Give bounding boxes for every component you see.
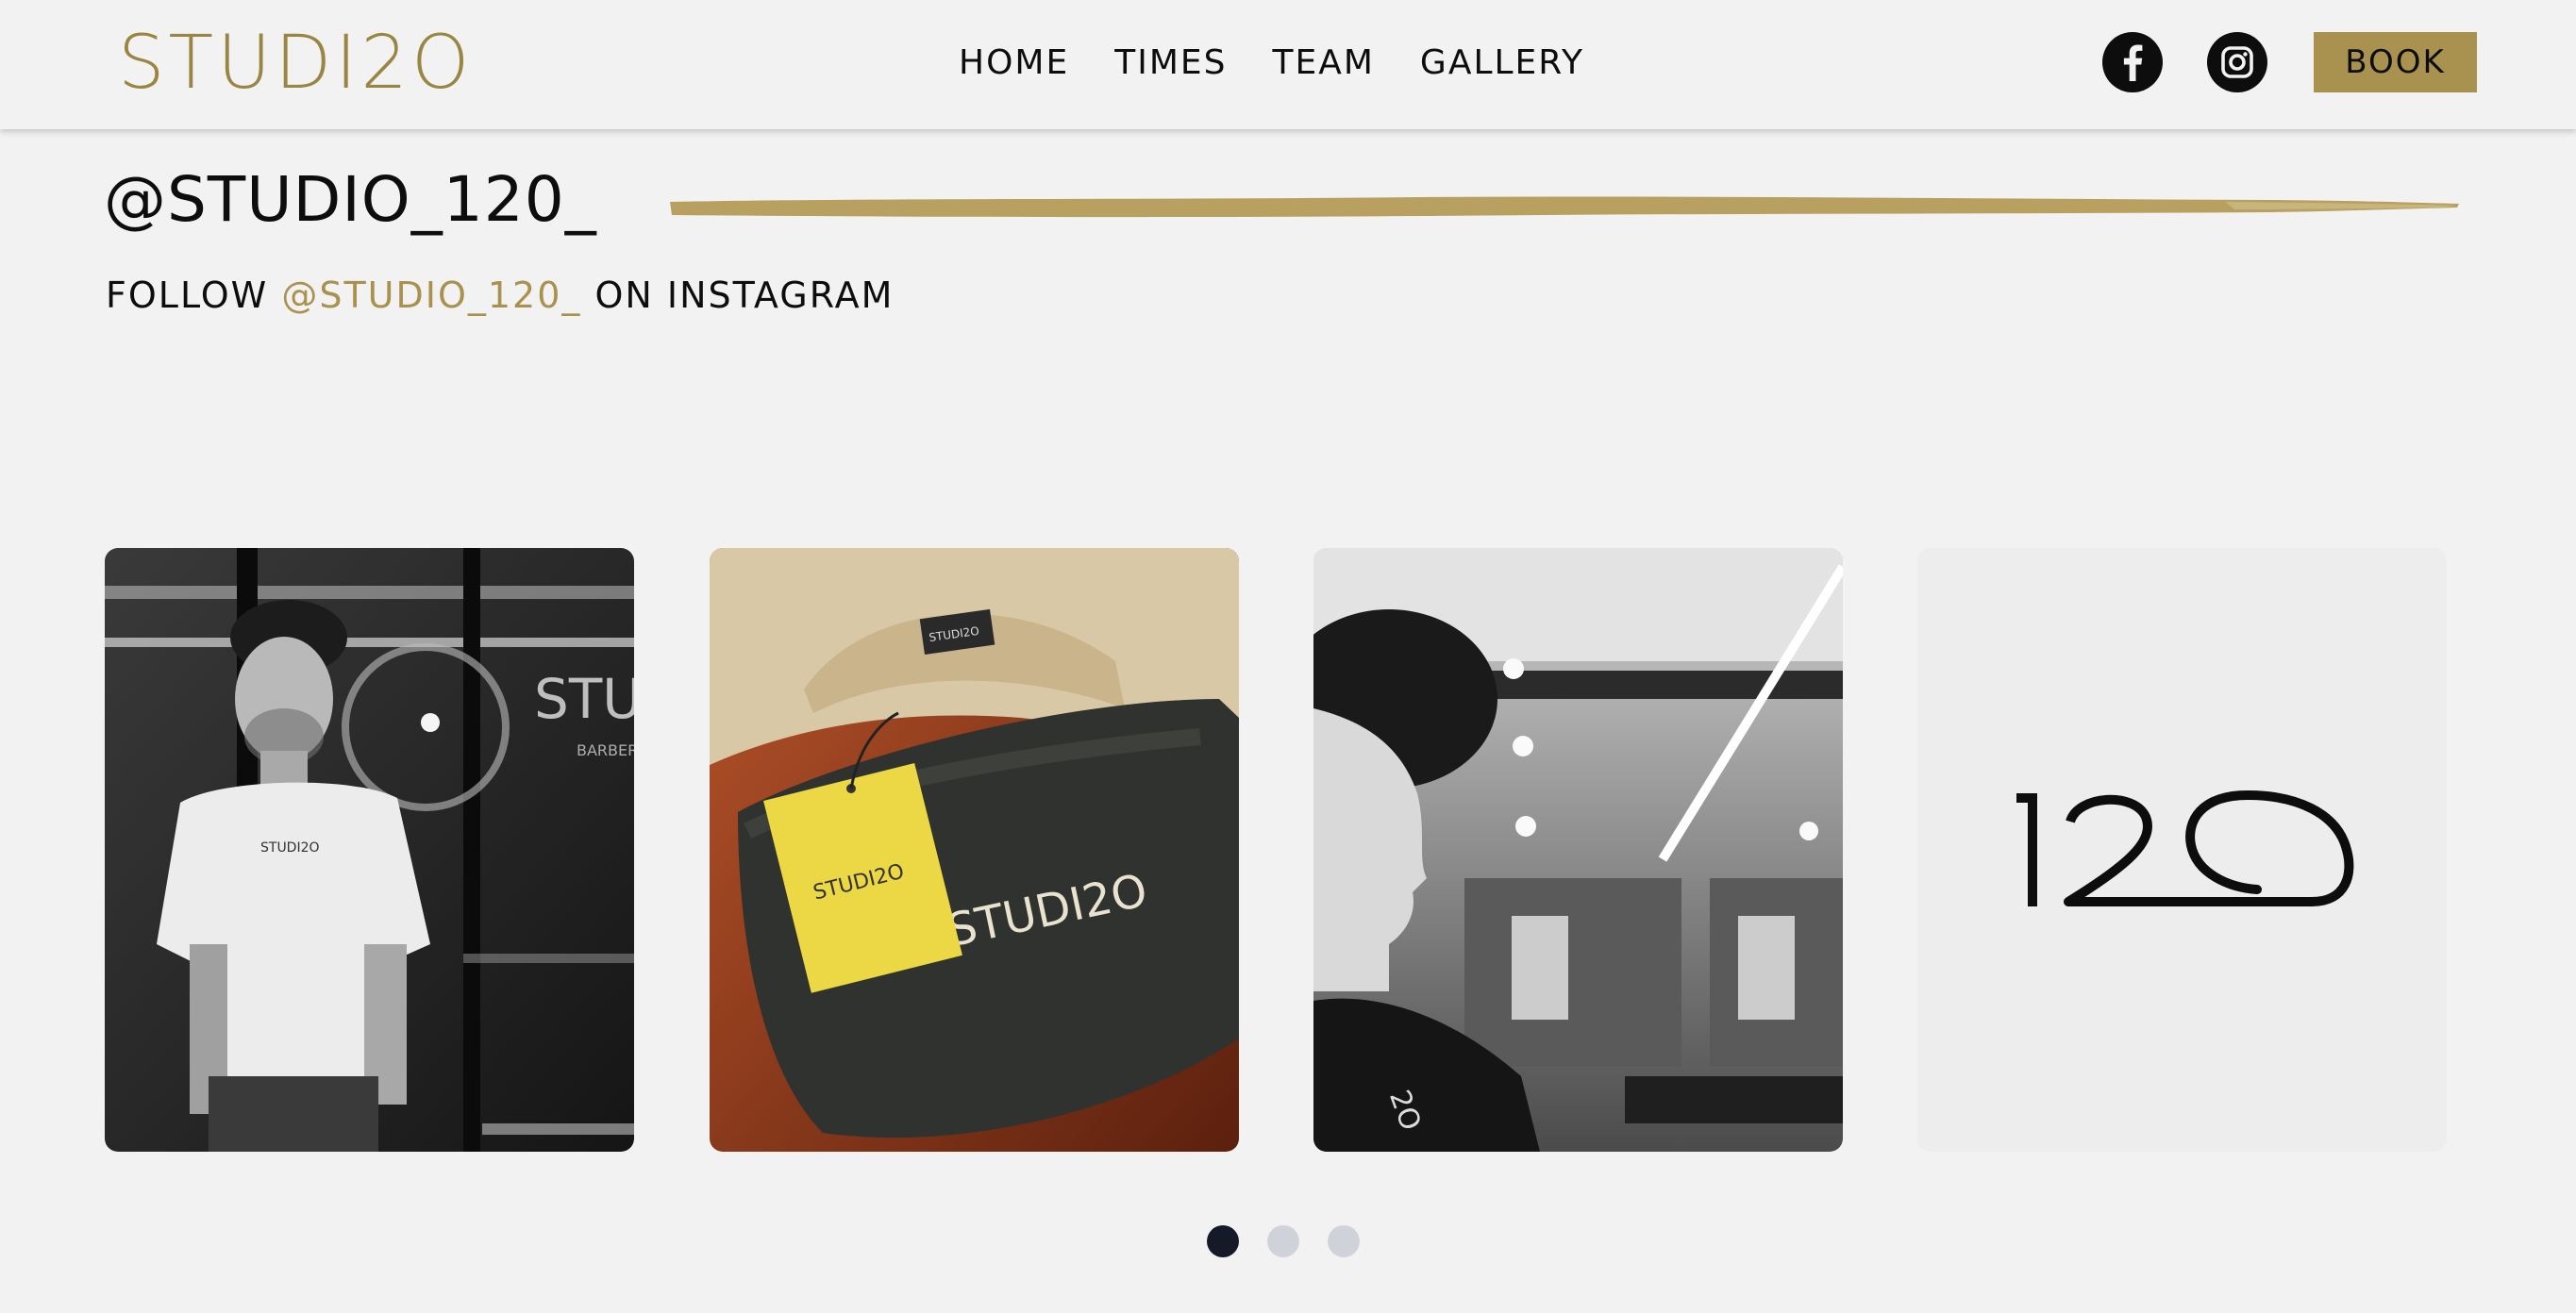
site-logo[interactable]: STUDI2O bbox=[118, 21, 473, 106]
carousel-pagination bbox=[1207, 1225, 1360, 1257]
svg-text:BARBER: BARBER bbox=[577, 741, 634, 759]
nav-gallery[interactable]: GALLERY bbox=[1420, 42, 1584, 85]
gallery-image-merch-bag[interactable]: STUDI2O STUDI2O STUDI2O bbox=[710, 548, 1239, 1152]
carousel-dot-3[interactable] bbox=[1328, 1225, 1360, 1257]
follow-suffix: ON INSTAGRAM bbox=[594, 274, 895, 316]
brush-stroke-divider bbox=[670, 196, 2459, 218]
carousel-dot-2[interactable] bbox=[1267, 1225, 1299, 1257]
svg-text:STUDI2O: STUDI2O bbox=[260, 840, 320, 856]
nav-home[interactable]: HOME bbox=[959, 42, 1069, 85]
gallery-image-120-logo[interactable] bbox=[1917, 548, 2447, 1152]
carousel-dot-1[interactable] bbox=[1207, 1225, 1239, 1257]
main-nav: HOME TIMES TEAM GALLERY bbox=[959, 42, 1584, 85]
instagram-handle-title: @STUDIO_120_ bbox=[104, 163, 597, 236]
follow-handle-link[interactable]: @STUDIO_120_ bbox=[281, 274, 581, 316]
nav-team[interactable]: TEAM bbox=[1272, 42, 1374, 85]
nav-times[interactable]: TIMES bbox=[1114, 42, 1227, 85]
book-button[interactable]: BOOK bbox=[2314, 32, 2477, 92]
follow-prefix: FOLLOW bbox=[106, 274, 269, 316]
follow-instagram-text: FOLLOW @STUDIO_120_ ON INSTAGRAM bbox=[106, 272, 894, 319]
facebook-icon[interactable] bbox=[2102, 32, 2163, 92]
svg-text:STUD: STUD bbox=[534, 667, 634, 731]
instagram-icon[interactable] bbox=[2207, 32, 2267, 92]
site-header: STUDI2O HOME TIMES TEAM GALLERY BOOK bbox=[0, 0, 2576, 129]
gallery-image-client-profile[interactable]: 2O bbox=[1313, 548, 1843, 1152]
gallery-image-barber[interactable]: STUD BARBER STUDI2O bbox=[105, 548, 634, 1152]
